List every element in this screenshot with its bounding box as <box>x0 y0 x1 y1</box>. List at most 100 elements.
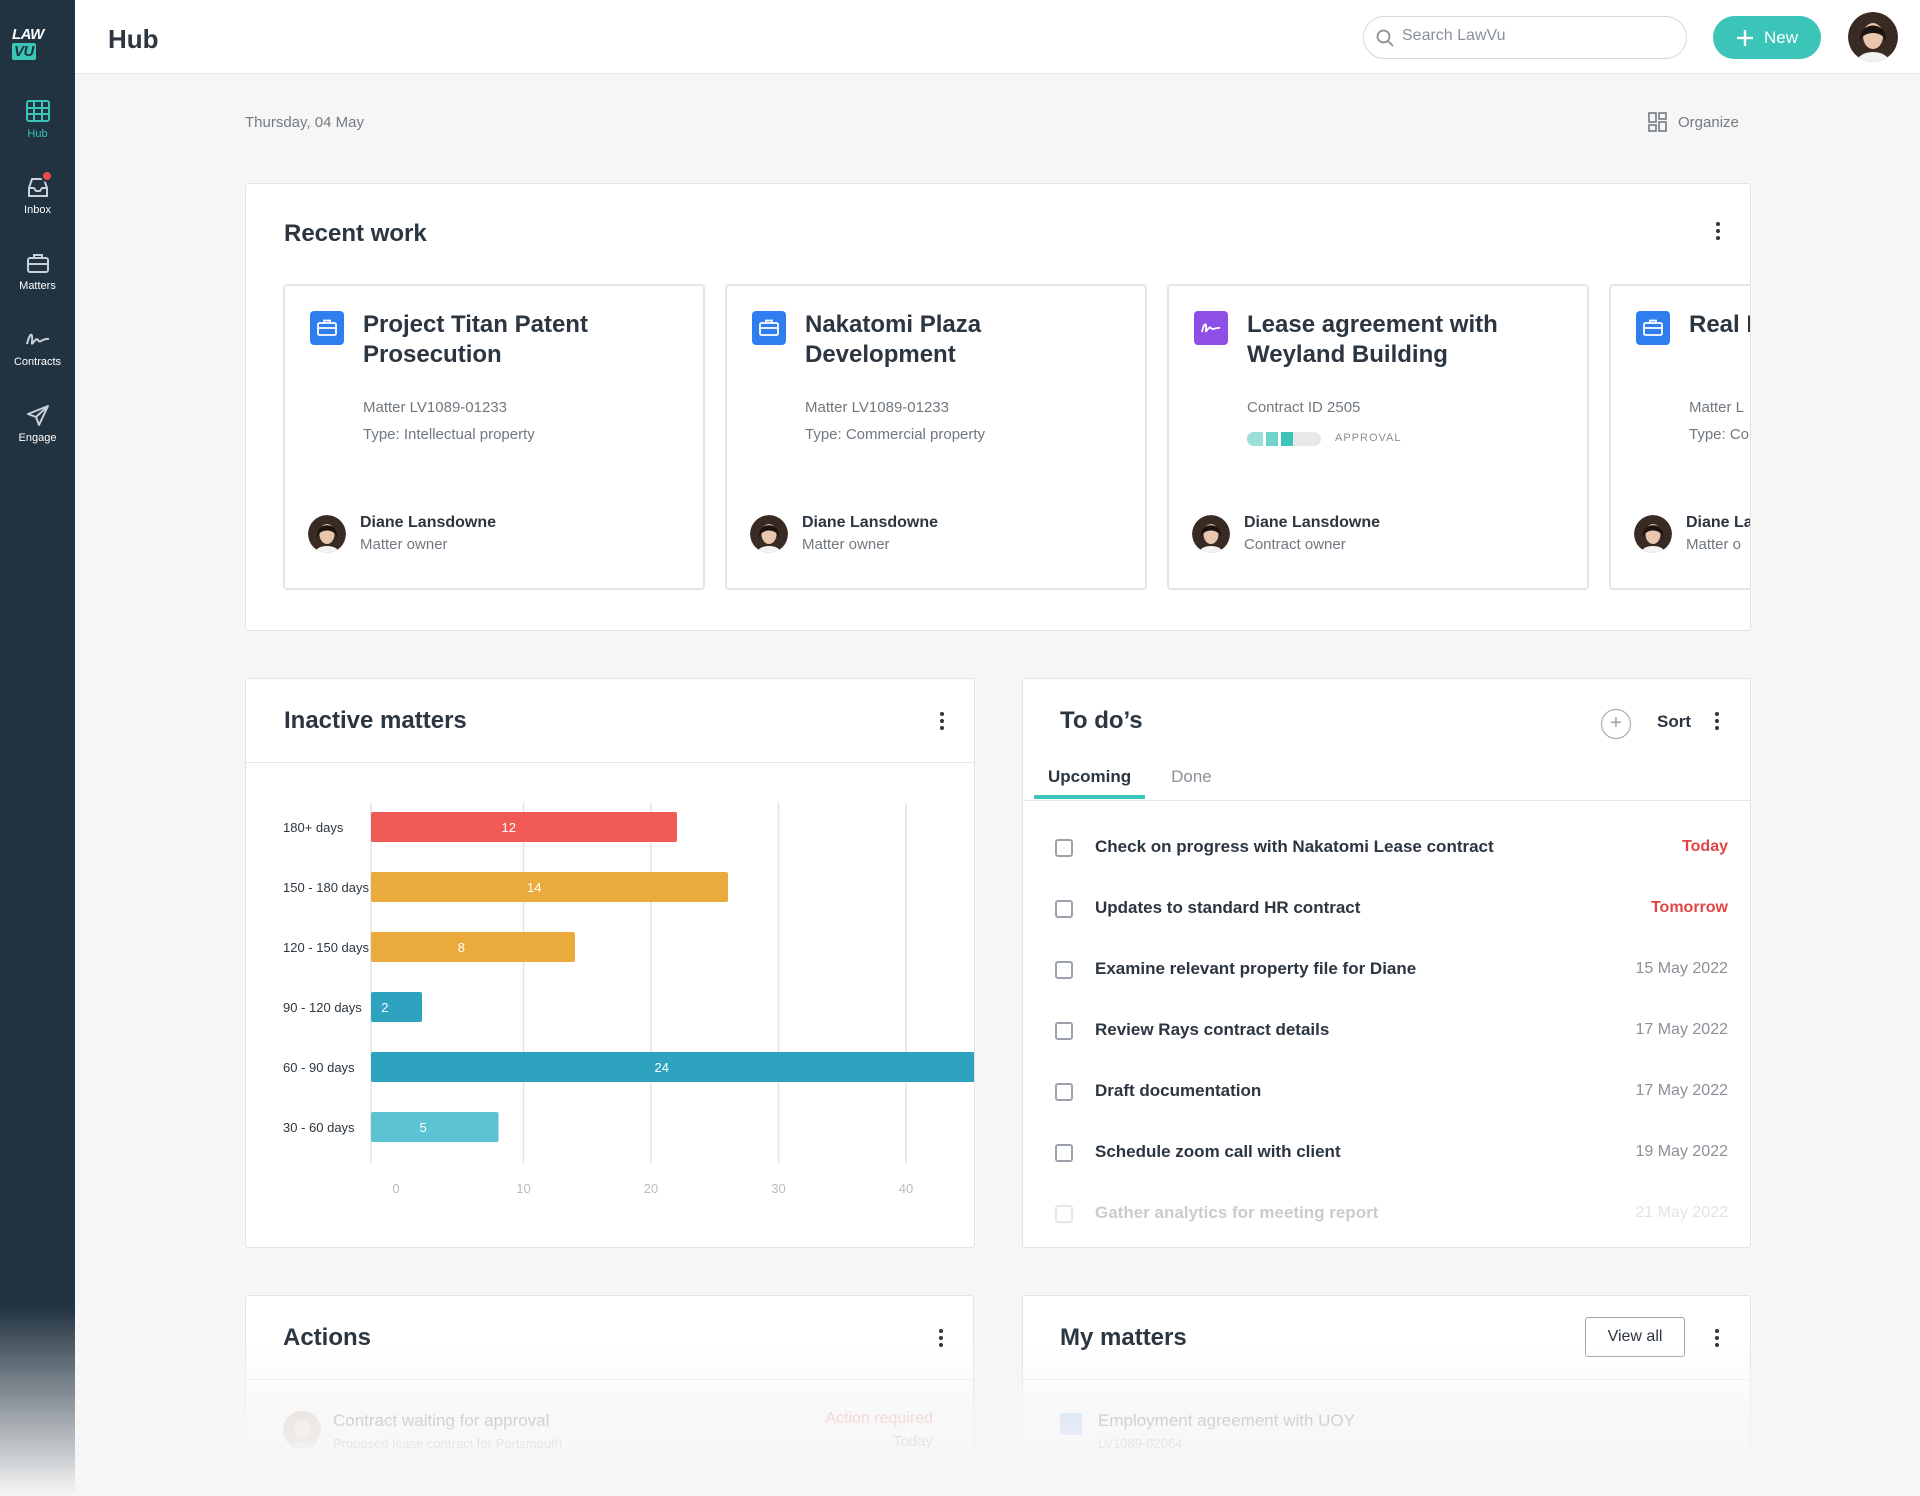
matter-number: Matter LV1089-01233 <box>363 399 507 416</box>
owner: Diane Lansdowne Contract owner <box>1192 514 1380 553</box>
bar <box>371 932 575 962</box>
todo-due-date: 19 May 2022 <box>1635 1143 1728 1160</box>
todo-checkbox[interactable] <box>1055 1144 1073 1162</box>
todo-checkbox[interactable] <box>1055 1022 1073 1040</box>
contract-id: Contract ID 2505 <box>1247 399 1361 416</box>
more-options-icon[interactable] <box>1711 1326 1723 1350</box>
matter-type: Type: Intellectual property <box>363 426 535 443</box>
bar-value-label: 24 <box>655 1060 669 1075</box>
more-options-icon[interactable] <box>936 709 948 733</box>
nav-inbox[interactable]: Inbox <box>0 170 75 238</box>
organize-button[interactable]: Organize <box>1648 112 1739 132</box>
recent-work-card: Recent work Project Titan Patent Prosecu… <box>245 183 1751 631</box>
todo-item[interactable]: Review Rays contract details 17 May 2022 <box>1023 985 1750 1046</box>
my-matters-title: My matters <box>1060 1324 1187 1351</box>
todo-item[interactable]: Updates to standard HR contract Tomorrow <box>1023 863 1750 924</box>
recent-work-item[interactable]: Project Titan Patent Prosecution Matter … <box>283 284 705 590</box>
layout-grid-icon <box>1648 112 1667 132</box>
todo-item[interactable]: Examine relevant property file for Diane… <box>1023 924 1750 985</box>
avatar <box>308 514 346 553</box>
y-category-label: 60 - 90 days <box>283 1060 355 1075</box>
recent-work-item[interactable]: Nakatomi Plaza Development Matter LV1089… <box>725 284 1147 590</box>
todo-checkbox[interactable] <box>1055 1205 1073 1223</box>
search-box[interactable] <box>1363 16 1687 59</box>
more-options-icon[interactable] <box>1711 709 1723 733</box>
todo-text: Review Rays contract details <box>1095 1020 1330 1039</box>
briefcase-icon <box>1060 1413 1082 1435</box>
work-item-title: Real E <box>1689 311 1750 338</box>
nav-engage[interactable]: Engage <box>0 404 75 466</box>
action-row-subtitle: Proposed lease contract for Portsmouth <box>333 1436 563 1451</box>
search-input[interactable] <box>1402 27 1672 45</box>
owner: Diane La Matter o <box>1634 514 1751 553</box>
matter-type: Type: Co <box>1689 426 1750 443</box>
tab-done[interactable]: Done <box>1171 767 1212 799</box>
owner-name: Diane Lansdowne <box>802 514 939 531</box>
inbox-badge <box>41 170 53 182</box>
todo-item[interactable]: Schedule zoom call with client 19 May 202… <box>1023 1107 1750 1168</box>
add-todo-button[interactable]: + <box>1601 709 1631 739</box>
todo-text: Updates to standard HR contract <box>1095 898 1361 917</box>
recent-work-item[interactable]: Lease agreement with Weyland Building Co… <box>1167 284 1589 590</box>
sort-button[interactable]: Sort <box>1657 712 1691 732</box>
bar <box>371 872 728 902</box>
todos-title: To do’s <box>1060 707 1143 734</box>
todo-item[interactable]: Gather analytics for meeting report 21 Ma… <box>1023 1168 1750 1229</box>
briefcase-icon <box>310 311 344 345</box>
todo-checkbox[interactable] <box>1055 1083 1073 1101</box>
my-matters-card: My matters View all Employment agreement… <box>1022 1295 1751 1495</box>
dashboard-date: Thursday, 04 May <box>245 114 364 131</box>
work-item-meta: Matter L Type: Co <box>1689 394 1749 448</box>
bar-value-label: 12 <box>502 820 516 835</box>
actions-title: Actions <box>283 1324 372 1351</box>
todo-text: Draft documentation <box>1095 1081 1262 1100</box>
top-bar: Hub New <box>75 0 1920 74</box>
todo-checkbox[interactable] <box>1055 961 1073 979</box>
work-item-meta: Matter LV1089-01233 Type: Intellectual p… <box>363 394 535 448</box>
todo-checkbox[interactable] <box>1055 900 1073 918</box>
view-all-button[interactable]: View all <box>1585 1317 1685 1357</box>
user-avatar[interactable] <box>1848 12 1898 62</box>
matter-row-title[interactable]: Employment agreement with UOY <box>1098 1411 1355 1431</box>
new-button-label: New <box>1763 27 1798 47</box>
more-options-icon[interactable] <box>935 1326 947 1350</box>
new-button[interactable]: New <box>1713 16 1821 59</box>
todo-text: Gather analytics for meeting report <box>1095 1203 1379 1222</box>
inactive-matters-header: Inactive matters <box>246 679 974 763</box>
signature-icon <box>25 333 49 345</box>
work-item-title: Nakatomi Plaza Development <box>805 311 982 368</box>
x-tick-label: 20 <box>644 1181 658 1196</box>
owner-name: Diane La <box>1686 514 1751 531</box>
owner-role: Contract owner <box>1244 536 1346 553</box>
todo-due-date: 17 May 2022 <box>1635 1021 1728 1038</box>
todo-item[interactable]: Draft documentation 17 May 2022 <box>1023 1046 1750 1107</box>
nav-hub[interactable]: Hub <box>0 100 75 162</box>
tab-upcoming[interactable]: Upcoming <box>1034 767 1146 799</box>
todo-item[interactable]: Check on progress with Nakatomi Lease co… <box>1023 802 1750 863</box>
todo-text: Examine relevant property file for Diane <box>1095 959 1417 978</box>
work-item-meta: Matter LV1089-01233 Type: Commercial pro… <box>805 394 985 448</box>
nav-contracts[interactable]: Contracts <box>0 328 75 390</box>
todo-due-date: 17 May 2022 <box>1635 1082 1728 1099</box>
action-row-title[interactable]: Contract waiting for approval <box>333 1411 549 1431</box>
x-tick-label: 40 <box>899 1181 913 1196</box>
owner-role: Matter owner <box>802 536 890 553</box>
todo-checkbox[interactable] <box>1055 839 1073 857</box>
plus-icon <box>1736 29 1753 46</box>
recent-work-item[interactable]: Real E Matter L Type: Co Diane La Matter… <box>1609 284 1751 590</box>
avatar <box>1634 514 1672 553</box>
actions-header: Actions <box>246 1296 973 1380</box>
lawvu-logo[interactable]: LAWVU <box>12 26 64 60</box>
todo-text: Check on progress with Nakatomi Lease co… <box>1095 837 1494 856</box>
more-options-icon[interactable] <box>1712 219 1724 243</box>
bar-value-label: 14 <box>527 880 541 895</box>
todo-due-date: 15 May 2022 <box>1635 960 1728 977</box>
avatar <box>750 514 788 553</box>
bar <box>371 1052 974 1082</box>
y-category-label: 90 - 120 days <box>283 1000 362 1015</box>
tabs-divider <box>1023 800 1750 801</box>
signature-icon <box>1194 311 1228 345</box>
x-tick-label: 0 <box>392 1181 399 1196</box>
nav-matters[interactable]: Matters <box>0 252 75 314</box>
bar <box>371 1112 499 1142</box>
